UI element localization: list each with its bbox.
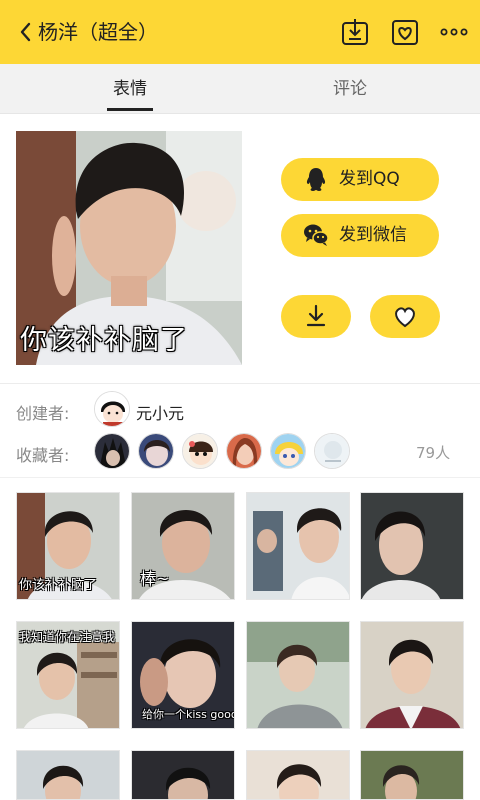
collector-label: 收藏者: (16, 446, 70, 465)
collector-avatar[interactable] (94, 433, 130, 469)
heart-icon (395, 307, 415, 328)
collector-count: 79人 (416, 444, 451, 462)
app-header: 杨洋（超全） (0, 0, 480, 64)
send-to-wechat-label: 发到微信 (339, 225, 407, 245)
sticker-thumb[interactable]: 我知道你在注意我 (16, 621, 120, 729)
sticker-thumb[interactable] (360, 621, 464, 729)
section-divider (0, 383, 480, 384)
creator-name[interactable]: 元小元 (136, 400, 184, 424)
sticker-thumb[interactable] (246, 750, 350, 800)
collector-avatar[interactable] (314, 433, 350, 469)
main-sticker-image[interactable]: 你该补补脑了 (16, 131, 242, 365)
collector-avatar[interactable] (270, 433, 306, 469)
collector-avatar[interactable] (226, 433, 262, 469)
send-to-wechat-button[interactable]: 发到微信 (281, 214, 439, 257)
sticker-caption: 我知道你在注意我 (19, 630, 116, 644)
send-to-qq-label: 发到QQ (339, 169, 400, 189)
download-icon (306, 304, 326, 327)
chevron-left-icon[interactable] (14, 18, 38, 46)
sticker-thumb[interactable] (360, 492, 464, 600)
sticker-caption: 你该补补脑了 (19, 578, 98, 593)
favorite-button[interactable] (370, 295, 440, 338)
wechat-icon (304, 224, 329, 246)
tab-comments[interactable]: 评论 (300, 64, 400, 114)
sticker-caption: 你该补补脑了 (20, 325, 188, 356)
creator-label: 创建者: (16, 404, 70, 423)
sticker-thumb[interactable]: 给你一个kiss goodbye (131, 621, 235, 729)
sticker-caption: 棒~ (140, 569, 170, 588)
collector-avatar[interactable] (138, 433, 174, 469)
creator-avatar[interactable] (94, 391, 130, 427)
sticker-thumb[interactable]: 你该补补脑了 (16, 492, 120, 600)
sticker-caption: 给你一个kiss goodbye (142, 708, 234, 721)
download-button[interactable] (281, 295, 351, 338)
sticker-thumb[interactable] (360, 750, 464, 800)
active-tab-indicator (107, 108, 153, 111)
tab-bar: 表情 评论 (0, 64, 480, 114)
more-dots-icon[interactable] (440, 17, 468, 47)
collector-avatar[interactable] (182, 433, 218, 469)
sticker-thumb[interactable] (246, 621, 350, 729)
sticker-thumb[interactable] (131, 750, 235, 800)
page-title: 杨洋（超全） (38, 20, 158, 44)
sticker-thumb[interactable] (16, 750, 120, 800)
heart-box-icon[interactable] (390, 17, 420, 47)
download-box-icon[interactable] (340, 17, 370, 47)
grid-divider (0, 477, 480, 478)
sticker-thumb[interactable]: 棒~ (131, 492, 235, 600)
qq-penguin-icon (306, 168, 326, 191)
sticker-thumb[interactable] (246, 492, 350, 600)
tab-stickers[interactable]: 表情 (80, 64, 180, 114)
send-to-qq-button[interactable]: 发到QQ (281, 158, 439, 201)
avatar-image (95, 392, 129, 426)
